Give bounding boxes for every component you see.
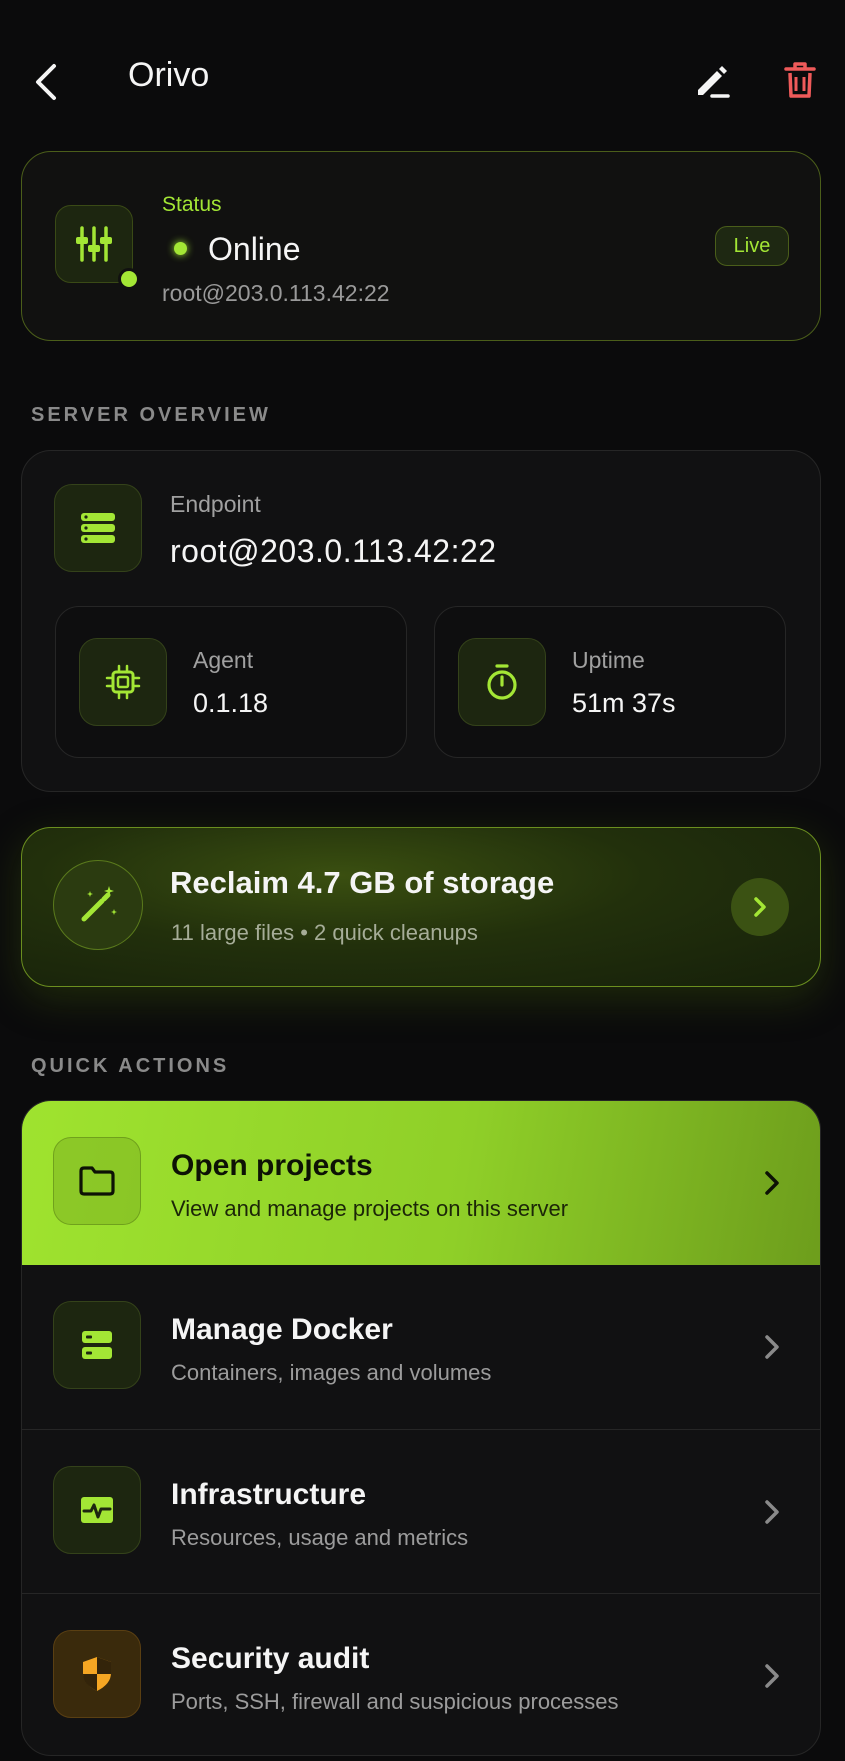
server-overview-card: Endpoint root@203.0.113.42:22 Agent 0.1.… (21, 450, 821, 792)
status-dot (174, 242, 187, 255)
reclaim-storage-card[interactable]: Reclaim 4.7 GB of storage 11 large files… (21, 827, 821, 987)
status-endpoint: root@203.0.113.42:22 (162, 280, 390, 306)
magic-wand-icon (81, 886, 117, 922)
chevron-right-icon (752, 1488, 792, 1536)
uptime-value: 51m 37s (572, 688, 676, 718)
reclaim-subtitle: 11 large files • 2 quick cleanups (171, 920, 478, 945)
server-icon (81, 513, 115, 543)
endpoint-label: Endpoint (170, 491, 261, 517)
quick-action-subtitle: Resources, usage and metrics (171, 1525, 469, 1550)
quick-action-subtitle: Ports, SSH, firewall and suspicious proc… (171, 1689, 619, 1714)
delete-button[interactable] (772, 52, 828, 108)
security-audit-icon-box (53, 1630, 141, 1718)
reclaim-icon-circle (53, 860, 143, 950)
chevron-right-icon (752, 1159, 792, 1207)
quick-action-manage-docker[interactable]: Manage Docker Containers, images and vol… (22, 1265, 820, 1429)
endpoint-value: root@203.0.113.42:22 (170, 533, 497, 569)
server-stack-icon (82, 1331, 112, 1359)
open-projects-icon-box (53, 1137, 141, 1225)
sliders-icon (76, 226, 112, 262)
uptime-card: Uptime 51m 37s (434, 606, 786, 758)
shield-icon (83, 1657, 111, 1691)
reclaim-title: Reclaim 4.7 GB of storage (170, 865, 555, 900)
quick-action-title: Security audit (171, 1642, 370, 1675)
chevron-right-icon (752, 1652, 792, 1700)
uptime-icon-box (458, 638, 546, 726)
quick-action-infrastructure[interactable]: Infrastructure Resources, usage and metr… (22, 1429, 820, 1593)
quick-action-title: Open projects (171, 1149, 373, 1182)
manage-docker-icon-box (53, 1301, 141, 1389)
chevron-right-icon (752, 1323, 792, 1371)
back-button[interactable] (22, 52, 72, 112)
infrastructure-icon-box (53, 1466, 141, 1554)
agent-label: Agent (193, 647, 254, 673)
trash-icon (784, 62, 816, 98)
folder-icon (79, 1166, 115, 1196)
chevron-right-icon (754, 897, 766, 917)
reclaim-chevron-button[interactable] (731, 878, 789, 936)
page-title: Orivo (128, 56, 210, 94)
quick-action-subtitle: Containers, images and volumes (171, 1360, 492, 1385)
quick-action-title: Infrastructure (171, 1478, 367, 1511)
endpoint-icon-box (54, 484, 142, 572)
section-title-quick-actions: QUICK ACTIONS (31, 1055, 230, 1077)
edit-button[interactable] (684, 52, 740, 108)
cpu-icon (105, 664, 141, 700)
quick-action-open-projects[interactable]: Open projects View and manage projects o… (22, 1101, 820, 1265)
live-badge: Live (715, 226, 789, 266)
status-value: Online (208, 231, 301, 267)
top-bar: Orivo (0, 0, 845, 150)
section-title-server-overview: SERVER OVERVIEW (31, 404, 271, 426)
chevron-left-icon (36, 64, 56, 100)
pencil-icon (698, 66, 730, 98)
agent-icon-box (79, 638, 167, 726)
agent-card: Agent 0.1.18 (55, 606, 407, 758)
activity-icon (81, 1497, 113, 1523)
status-label: Status (162, 193, 222, 216)
status-card: Status Online root@203.0.113.42:22 Live (21, 151, 821, 341)
quick-action-security-audit[interactable]: Security audit Ports, SSH, firewall and … (22, 1593, 820, 1755)
uptime-label: Uptime (572, 647, 645, 673)
stopwatch-icon (487, 664, 517, 700)
quick-actions-list: Open projects View and manage projects o… (21, 1100, 821, 1756)
agent-value: 0.1.18 (193, 688, 269, 718)
quick-action-title: Manage Docker (171, 1313, 393, 1346)
online-indicator-dot (118, 268, 140, 290)
quick-action-subtitle: View and manage projects on this server (171, 1196, 569, 1221)
